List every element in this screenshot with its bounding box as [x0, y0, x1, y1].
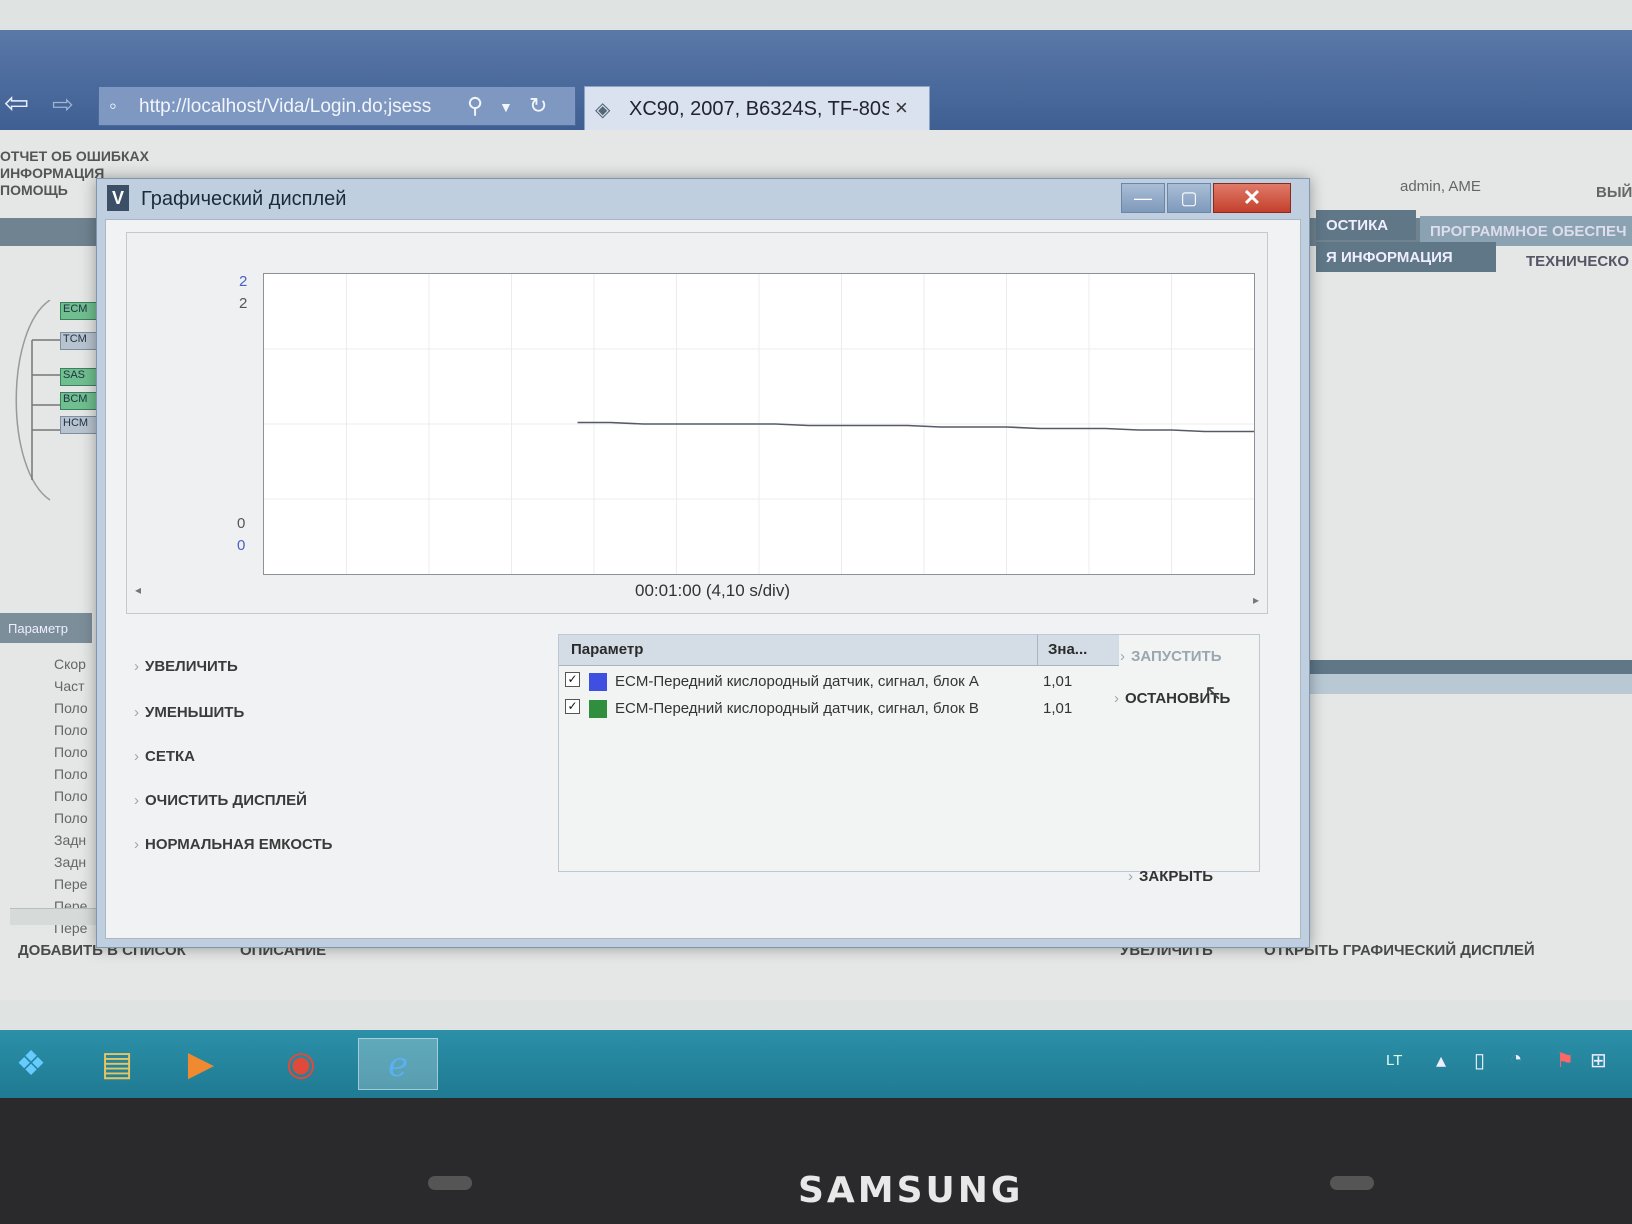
column-value[interactable]: Зна...: [1037, 635, 1119, 665]
dialog-titlebar[interactable]: V Графический дисплей — ▢ ✕: [97, 179, 1309, 219]
y-axis-top-label-2: 2: [239, 295, 248, 312]
dialog-body: 2 2 0 0 00:01:00 (4,10 s/div) ◂ ▸ › УВЕЛИ…: [105, 219, 1301, 939]
row-parameter-value: 1,01: [1043, 673, 1073, 690]
bg-param-header: Параметр: [0, 613, 92, 643]
chart-plot-area: [263, 273, 1255, 575]
chart-panel: 2 2 0 0 00:01:00 (4,10 s/div) ◂ ▸: [126, 232, 1268, 614]
subtab-technical[interactable]: ТЕХНИЧЕСКО: [1516, 246, 1632, 276]
address-url[interactable]: http://localhost/Vida/Login.do;jsess: [139, 96, 459, 118]
start-button[interactable]: › ЗАПУСТИТЬ: [1120, 648, 1222, 665]
bg-param-item[interactable]: Поло: [54, 788, 94, 804]
exit-link[interactable]: ВЫЙ: [1596, 184, 1632, 201]
menu-information[interactable]: ИНФОРМАЦИЯ: [0, 165, 104, 181]
refresh-icon[interactable]: ↻: [529, 93, 547, 119]
bezel-indicator-left: [428, 1176, 472, 1190]
action-center-icon[interactable]: ⚑: [1556, 1048, 1574, 1073]
language-indicator[interactable]: LT: [1386, 1052, 1402, 1069]
table-row[interactable]: ✓ ECM-Передний кислородный датчик, сигнал…: [559, 696, 1119, 722]
minimize-icon[interactable]: —: [1121, 183, 1165, 213]
page-icon: ◦: [109, 93, 117, 118]
grid-button[interactable]: › СЕТКА: [134, 748, 195, 765]
internet-explorer-icon[interactable]: ℯ: [358, 1038, 438, 1090]
laptop-screen: ⇦ ⇨ ◦ http://localhost/Vida/Login.do;jse…: [0, 0, 1632, 1098]
tree-node-hcm[interactable]: HCM: [60, 416, 100, 434]
bg-param-item[interactable]: Поло: [54, 722, 94, 738]
time-axis-label: 00:01:00 (4,10 s/div): [635, 581, 790, 600]
menu-help[interactable]: ПОМОЩЬ: [0, 182, 68, 198]
row-parameter-name: ECM-Передний кислородный датчик, сигнал,…: [615, 673, 979, 690]
clear-display-button[interactable]: › ОЧИСТИТЬ ДИСПЛЕЙ: [134, 792, 307, 809]
row-parameter-value: 1,01: [1043, 700, 1073, 717]
menu-error-report[interactable]: ОТЧЕТ ОБ ОШИБКАХ: [0, 148, 149, 164]
close-button[interactable]: › ЗАКРЫТЬ: [1128, 868, 1213, 885]
bg-param-item[interactable]: Поло: [54, 744, 94, 760]
tree-node-ecm[interactable]: ECM: [60, 302, 100, 320]
bg-panel-strip-light: [1300, 674, 1632, 694]
vida-logo-icon: V: [107, 185, 129, 211]
tree-node-bcm[interactable]: BCM: [60, 392, 100, 410]
user-label: admin, AME: [1400, 178, 1481, 195]
bg-param-item[interactable]: Задн: [54, 854, 94, 870]
tree-node-tcm[interactable]: TCM: [60, 332, 100, 350]
series-color-swatch: [589, 700, 607, 718]
battery-icon[interactable]: ▯: [1474, 1048, 1485, 1073]
row-checkbox[interactable]: ✓: [565, 672, 580, 687]
bg-param-item[interactable]: Поло: [54, 700, 94, 716]
file-explorer-icon[interactable]: ▤: [86, 1038, 148, 1090]
bg-param-item[interactable]: Поло: [54, 766, 94, 782]
tab-title: XC90, 2007, B6324S, TF-80S...: [629, 98, 889, 120]
line-chart: [264, 274, 1254, 574]
y-axis-bottom-label-2: 0: [237, 537, 246, 554]
close-icon[interactable]: ✕: [1213, 183, 1291, 213]
series-color-swatch: [589, 673, 607, 691]
browser-tab[interactable]: ◈ XC90, 2007, B6324S, TF-80S... ×: [584, 86, 930, 132]
control-module-tree: ECM TCM SAS BCM HCM: [10, 300, 100, 520]
maximize-icon[interactable]: ▢: [1167, 183, 1211, 213]
windows-taskbar: ❖ ▤ ▶ ◉ ℯ LT ▴ ▯ ◔ ⚑ ⊞: [0, 1030, 1632, 1098]
normal-capacity-button[interactable]: › НОРМАЛЬНАЯ ЕМКОСТЬ: [134, 836, 332, 853]
scroll-left-icon[interactable]: ◂: [135, 583, 141, 597]
graphic-display-dialog: V Графический дисплей — ▢ ✕ 2 2 0 0 00:0…: [96, 178, 1310, 948]
address-bar[interactable]: ◦ http://localhost/Vida/Login.do;jsess ⚲…: [98, 86, 576, 126]
brand-logo: SAMSUNG: [798, 1170, 1024, 1211]
tab-close-icon[interactable]: ×: [895, 95, 908, 121]
forward-arrow-icon[interactable]: ⇨: [52, 88, 86, 120]
chrome-icon[interactable]: ◉: [270, 1038, 332, 1090]
table-header: Параметр Зна...: [559, 635, 1119, 666]
windows-start-icon[interactable]: ❖: [0, 1038, 62, 1090]
media-player-icon[interactable]: ▶: [170, 1038, 232, 1090]
dialog-title: Графический дисплей: [141, 188, 347, 210]
bg-param-item[interactable]: Част: [54, 678, 94, 694]
dropdown-icon[interactable]: ▼: [499, 99, 513, 115]
tab-diagnostics[interactable]: ОСТИКА: [1316, 210, 1416, 240]
bg-param-item[interactable]: Пере: [54, 876, 94, 892]
bg-param-item[interactable]: Скор: [54, 656, 94, 672]
bg-param-item[interactable]: Поло: [54, 810, 94, 826]
y-axis-bottom-label-1: 0: [237, 515, 246, 532]
tree-node-sas[interactable]: SAS: [60, 368, 100, 386]
windows-flag-icon[interactable]: ⊞: [1590, 1048, 1607, 1073]
search-icon[interactable]: ⚲: [467, 93, 483, 119]
zoom-out-button[interactable]: › УМЕНЬШИТЬ: [134, 704, 244, 721]
tray-expand-icon[interactable]: ▴: [1436, 1048, 1446, 1073]
table-row[interactable]: ✓ ECM-Передний кислородный датчик, сигнал…: [559, 669, 1119, 695]
bg-panel-strip: [1300, 660, 1632, 674]
zoom-in-button[interactable]: › УВЕЛИЧИТЬ: [134, 658, 238, 675]
tab-favicon-icon: ◈: [595, 99, 611, 121]
scroll-right-icon[interactable]: ▸: [1253, 593, 1259, 607]
subtab-information[interactable]: Я ИНФОРМАЦИЯ: [1316, 242, 1496, 272]
mouse-cursor-icon: ↖: [1204, 680, 1223, 705]
row-checkbox[interactable]: ✓: [565, 699, 580, 714]
network-icon[interactable]: ◔: [1510, 1048, 1522, 1071]
column-parameter[interactable]: Параметр: [571, 641, 643, 658]
bezel-indicator-right: [1330, 1176, 1374, 1190]
y-axis-top-label-1: 2: [239, 273, 248, 290]
back-arrow-icon[interactable]: ⇦: [4, 88, 44, 120]
row-parameter-name: ECM-Передний кислородный датчик, сигнал,…: [615, 700, 979, 717]
bg-param-item[interactable]: Задн: [54, 832, 94, 848]
parameter-table: Параметр Зна... ✓ ECM-Передний кислородны…: [558, 634, 1260, 872]
